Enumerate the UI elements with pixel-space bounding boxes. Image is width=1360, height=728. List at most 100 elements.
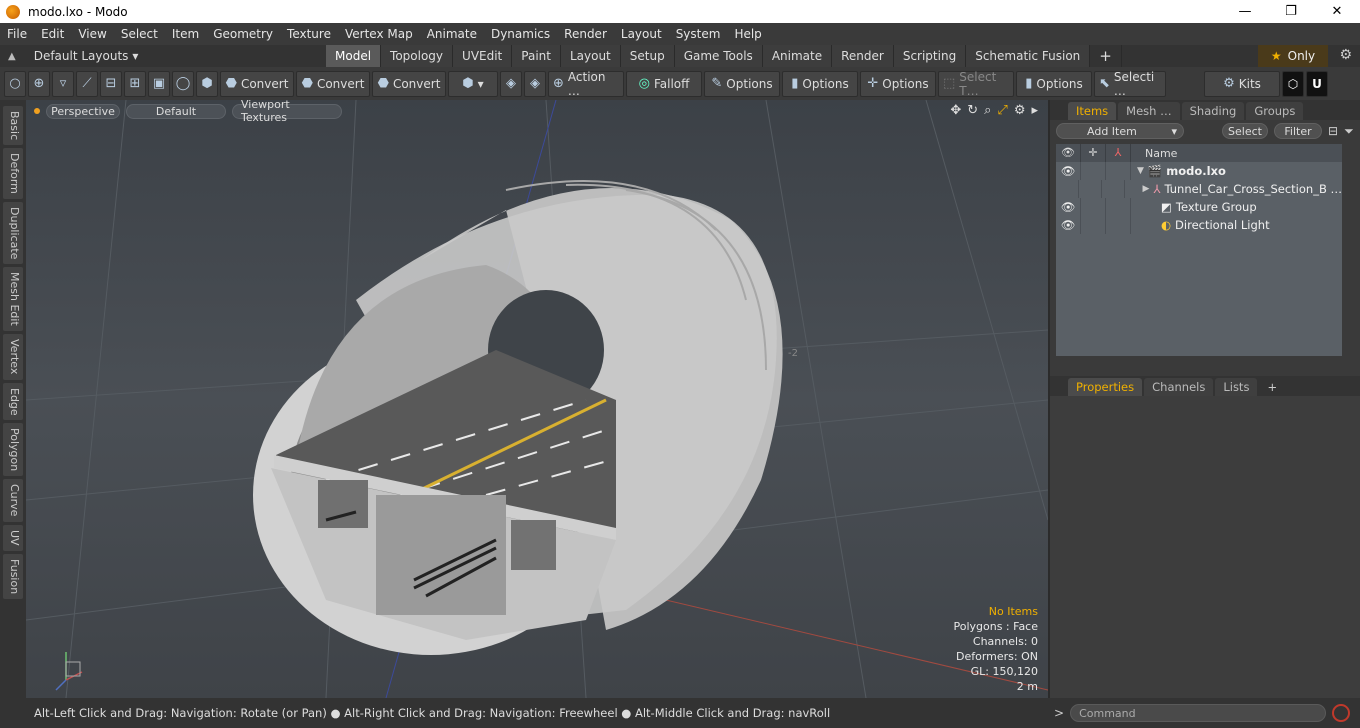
zoom-view-icon[interactable]: ⌕	[984, 103, 991, 118]
viewport-textures-dropdown[interactable]: Viewport Textures	[232, 100, 342, 124]
shading-dropdown[interactable]: Default	[126, 103, 226, 119]
expand-arrow-icon[interactable]: ▶	[1143, 184, 1150, 194]
globe-icon[interactable]: ⊕	[28, 70, 50, 97]
filter-button[interactable]: Filter	[1274, 123, 1322, 139]
visibility-toggle[interactable]: 👁	[1056, 216, 1081, 234]
grid-mode-icon[interactable]: ⊞	[124, 70, 146, 97]
tab-lists[interactable]: Lists	[1215, 378, 1258, 396]
vtab-edge[interactable]: Edge	[3, 382, 23, 421]
tab-topology[interactable]: Topology	[381, 45, 454, 67]
vtab-basic[interactable]: Basic	[3, 106, 23, 146]
options-button-3[interactable]: ✛ Options	[860, 70, 936, 97]
unity-icon[interactable]: ⬡	[1282, 70, 1304, 97]
vtab-deform[interactable]: Deform	[3, 148, 23, 200]
tab-paint[interactable]: Paint	[512, 45, 561, 67]
menu-view[interactable]: View	[71, 27, 113, 41]
vtab-curve[interactable]: Curve	[3, 479, 23, 522]
vtab-uv[interactable]: UV	[3, 524, 23, 551]
viewport-scene[interactable]: -2	[26, 100, 1048, 698]
only-button[interactable]: ★ Only	[1258, 45, 1328, 67]
vertex-mode-icon[interactable]: ○	[4, 70, 26, 97]
viewport-gear-icon[interactable]: ⚙	[1014, 103, 1026, 118]
item-row-mesh[interactable]: ▶ ⅄ Tunnel_Car_Cross_Section_B …	[1056, 180, 1342, 198]
default-layouts-dropdown[interactable]: ▲ Default Layouts ▾	[8, 49, 326, 63]
tab-items[interactable]: Items	[1068, 102, 1117, 120]
cube-icon[interactable]: ⬢	[196, 70, 218, 97]
menu-layout[interactable]: Layout	[614, 27, 669, 41]
add-item-dropdown[interactable]: Add Item ▾	[1056, 123, 1184, 139]
tab-setup[interactable]: Setup	[620, 45, 675, 67]
add-tab-button[interactable]: +	[1259, 378, 1285, 396]
options-button-4[interactable]: ▮ Options	[1016, 70, 1092, 97]
tab-mesh[interactable]: Mesh …	[1118, 102, 1180, 120]
pin-icon[interactable]: ▿	[52, 70, 74, 97]
menu-system[interactable]: System	[669, 27, 728, 41]
vtab-fusion[interactable]: Fusion	[3, 553, 23, 599]
expand-arrow-icon[interactable]: ▼	[1137, 166, 1144, 176]
command-input[interactable]: Command	[1070, 704, 1327, 722]
snapping-shield-icon[interactable]: ◈	[524, 70, 546, 97]
menu-animate[interactable]: Animate	[420, 27, 484, 41]
menu-edit[interactable]: Edit	[34, 27, 71, 41]
display-mode-dropdown[interactable]: ⬢ ▾	[448, 70, 498, 97]
select-through-button[interactable]: ⬚ Select T…	[938, 70, 1014, 98]
menu-geometry[interactable]: Geometry	[206, 27, 280, 41]
view-type-dropdown[interactable]: Perspective	[46, 103, 120, 119]
close-button[interactable]: ✕	[1314, 0, 1360, 23]
menu-item[interactable]: Item	[165, 27, 206, 41]
gear-icon[interactable]: ⚙	[1339, 47, 1352, 63]
tab-layout[interactable]: Layout	[560, 45, 621, 67]
menu-vertex-map[interactable]: Vertex Map	[338, 27, 420, 41]
tab-channels[interactable]: Channels	[1144, 378, 1214, 396]
tab-game-tools[interactable]: Game Tools	[674, 45, 763, 67]
selection-button[interactable]: ⬉ Selecti …	[1094, 70, 1166, 98]
tab-render[interactable]: Render	[832, 45, 894, 67]
collapse-icon[interactable]: ⊟	[1328, 124, 1338, 138]
tab-shading[interactable]: Shading	[1181, 102, 1245, 120]
item-row-texture-group[interactable]: 👁 ◩ Texture Group	[1056, 198, 1342, 216]
convert-button-3[interactable]: ⬣ Convert	[372, 70, 446, 97]
vtab-mesh-edit[interactable]: Mesh Edit	[3, 267, 23, 332]
falloff-button[interactable]: ◎ Falloff	[626, 70, 702, 97]
vtab-polygon[interactable]: Polygon	[3, 423, 23, 477]
kits-button[interactable]: ⚙ Kits	[1204, 70, 1280, 97]
convert-button-1[interactable]: ⬣ Convert	[220, 70, 294, 97]
edge-mode-icon[interactable]: ⟋	[76, 70, 98, 97]
record-macro-icon[interactable]	[1332, 704, 1351, 722]
circle-mode-icon[interactable]: ◯	[172, 70, 194, 97]
item-row-directional-light[interactable]: 👁 ◐ Directional Light	[1056, 216, 1342, 234]
tab-animate[interactable]: Animate	[762, 45, 833, 67]
tab-schematic-fusion[interactable]: Schematic Fusion	[966, 45, 1091, 67]
symmetry-shield-icon[interactable]: ◈	[500, 70, 522, 97]
visibility-toggle[interactable]	[1056, 180, 1079, 198]
vtab-duplicate[interactable]: Duplicate	[3, 202, 23, 265]
maximize-view-icon[interactable]: ⤢	[997, 103, 1007, 118]
visibility-toggle[interactable]: 👁	[1056, 198, 1081, 216]
add-tab-button[interactable]: +	[1090, 45, 1122, 67]
minimize-button[interactable]: —	[1222, 0, 1268, 23]
menu-render[interactable]: Render	[557, 27, 614, 41]
square-mode-icon[interactable]: ▣	[148, 70, 170, 97]
visibility-toggle[interactable]: 👁	[1056, 162, 1081, 180]
action-center-button[interactable]: ⊕ Action …	[548, 70, 624, 98]
menu-texture[interactable]: Texture	[280, 27, 338, 41]
tab-properties[interactable]: Properties	[1068, 378, 1143, 396]
move-view-icon[interactable]: ✥	[950, 103, 961, 118]
tunnel-model[interactable]	[253, 180, 783, 655]
tab-model[interactable]: Model	[326, 45, 382, 67]
item-row-scene[interactable]: 👁 ▼ 🎬 modo.lxo	[1056, 162, 1342, 180]
vtab-vertex[interactable]: Vertex	[3, 334, 23, 380]
funnel-icon[interactable]: ⏷	[1344, 124, 1354, 139]
tab-uvedit[interactable]: UVEdit	[453, 45, 513, 67]
select-button[interactable]: Select	[1222, 123, 1268, 139]
options-button-2[interactable]: ▮ Options	[782, 70, 858, 97]
menu-help[interactable]: Help	[727, 27, 768, 41]
maximize-button[interactable]: ❐	[1268, 0, 1314, 23]
3d-viewport[interactable]: -2 Perspective Default Viewport Textures…	[26, 100, 1048, 698]
convert-button-2[interactable]: ⬣ Convert	[296, 70, 370, 97]
menu-dynamics[interactable]: Dynamics	[484, 27, 557, 41]
unreal-icon[interactable]: U	[1306, 70, 1328, 97]
menu-select[interactable]: Select	[114, 27, 165, 41]
rotate-view-icon[interactable]: ↻	[967, 103, 978, 118]
viewport-arrow-icon[interactable]: ▸	[1031, 103, 1038, 118]
